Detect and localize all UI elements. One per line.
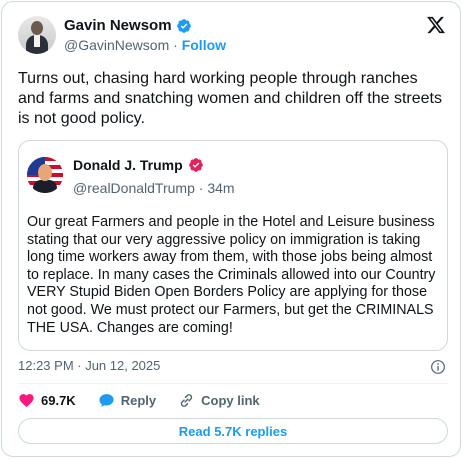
like-count: 69.7K [41,393,76,408]
quoted-separator: · [194,180,208,196]
reply-button[interactable]: Reply [98,392,156,409]
quoted-text-line: to replace. In many cases the Criminals … [27,266,436,283]
info-icon[interactable] [430,359,446,375]
quoted-author-handle[interactable]: @realDonaldTrump [73,180,195,196]
divider [18,383,448,384]
action-bar: 69.7K Reply Copy link [18,392,282,409]
quoted-time[interactable]: 34m [207,180,234,196]
follow-button[interactable]: Follow [182,37,226,53]
quoted-text: Our great Farmers and people in the Hote… [27,214,447,337]
author-name[interactable]: Gavin Newsom [64,17,172,34]
reply-bubble-icon [99,394,114,407]
quoted-tweet[interactable]: Donald J. Trump @realDonaldTrump · 34m O… [18,140,448,351]
quoted-author-avatar[interactable] [27,157,63,193]
like-button[interactable]: 69.7K [18,392,76,409]
author-handle-row: @GavinNewsom · Follow [64,37,226,53]
copy-link-label: Copy link [201,393,260,408]
quoted-text-line: Our great Farmers and people in the Hote… [27,214,435,230]
author-name-row: Gavin Newsom [64,17,192,34]
copy-link-button[interactable]: Copy link [178,392,260,409]
quoted-text-line: not good. We must protect our Farmers, b… [27,301,434,318]
reply-label: Reply [120,393,157,408]
link-icon [181,394,193,407]
author-avatar[interactable] [18,16,56,54]
quoted-author-name[interactable]: Donald J. Trump [73,157,183,173]
verified-badge-icon [176,18,191,33]
author-handle[interactable]: @GavinNewsom [64,37,169,53]
quoted-text-line: long time workers away from them, with t… [27,249,433,266]
quoted-text-line: stating that our very aggressive policy … [27,231,421,248]
tweet-text: Turns out, chasing hard working people t… [18,70,442,127]
quoted-name-row: Donald J. Trump [73,157,204,173]
verified-badge-red-icon [188,158,203,172]
read-replies-button[interactable]: Read 5.7K replies [18,418,448,444]
handle-separator: · [169,37,182,53]
quoted-handle-row: @realDonaldTrump · 34m [73,180,235,196]
heart-icon [19,394,34,408]
quoted-text-line: VERY Stupid Biden Open Borders Policy ar… [27,284,428,301]
tweet-timestamp[interactable]: 12:23 PM · Jun 12, 2025 [18,358,160,373]
tweet-embed-card: Gavin Newsom @GavinNewsom · Follow Turns… [1,1,461,457]
x-logo-icon[interactable] [426,15,446,35]
quoted-text-line: THE USA. Changes are coming! [27,319,233,336]
